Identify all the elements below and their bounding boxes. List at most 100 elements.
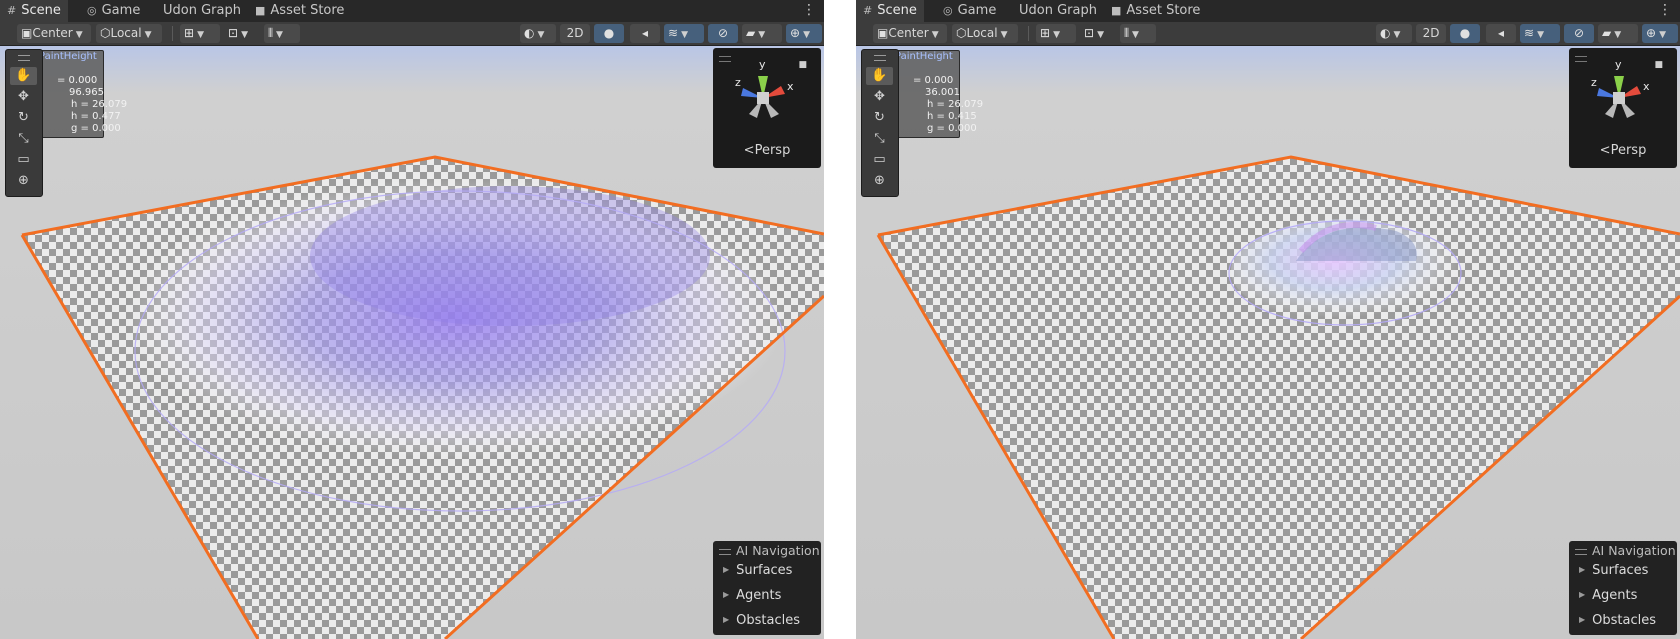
hand-tool[interactable]: ✋ bbox=[866, 67, 893, 85]
audio-toggle[interactable]: ◂ bbox=[630, 24, 660, 43]
drag-handle[interactable] bbox=[18, 55, 30, 61]
tab-asset-store[interactable]: ■ Asset Store bbox=[1104, 0, 1207, 22]
tools-overlay: ✋ ✥ ↻ ⤡ ▭ ⊕ bbox=[5, 49, 43, 197]
chevron-down-icon: ▼ bbox=[197, 30, 204, 40]
tab-game[interactable]: ◎ Game bbox=[80, 0, 147, 22]
align-icon: ⫴ bbox=[1124, 26, 1130, 40]
pivot-dropdown[interactable]: ▣Center ▼ bbox=[873, 24, 947, 43]
camera-dropdown[interactable]: ▰ ▼ bbox=[742, 24, 782, 43]
ai-nav-item-obstacles[interactable]: ▶ Obstacles bbox=[723, 613, 800, 628]
ai-nav-item-obstacles[interactable]: ▶ Obstacles bbox=[1579, 613, 1656, 628]
perspective-toggle[interactable]: <Persp bbox=[1569, 143, 1677, 158]
eye-hidden-icon: ⊘ bbox=[1573, 26, 1585, 40]
space-dropdown[interactable]: ⬡Local ▼ bbox=[96, 24, 162, 43]
draw-mode-dropdown[interactable]: ◐ ▼ bbox=[1376, 24, 1412, 43]
tab-udon-graph[interactable]: Udon Graph bbox=[1012, 0, 1104, 22]
grid-icon: # bbox=[7, 4, 17, 17]
cube-icon: ⬡ bbox=[956, 26, 967, 40]
chevron-down-icon: ▼ bbox=[1537, 30, 1544, 40]
rect-tool[interactable]: ▭ bbox=[10, 151, 37, 169]
gizmos-dropdown[interactable]: ⊕ ▼ bbox=[786, 24, 822, 43]
draw-mode-dropdown[interactable]: ◐ ▼ bbox=[520, 24, 556, 43]
move-icon: ✥ bbox=[18, 89, 29, 104]
ai-nav-item-surfaces[interactable]: ▶ Surfaces bbox=[723, 563, 792, 578]
rect-tool[interactable]: ▭ bbox=[866, 151, 893, 169]
ai-nav-item-surfaces[interactable]: ▶ Surfaces bbox=[1579, 563, 1648, 578]
gizmos-dropdown[interactable]: ⊕ ▼ bbox=[1642, 24, 1678, 43]
visibility-toggle[interactable]: ⊘ bbox=[708, 24, 738, 43]
expand-arrow-icon: ▶ bbox=[723, 615, 730, 624]
gizmo-icon: ⊕ bbox=[790, 26, 801, 40]
increment-snap-button[interactable]: ⊡ ▼ bbox=[1080, 24, 1116, 43]
tab-scene[interactable]: # Scene bbox=[0, 0, 68, 22]
overlay-line: g = 0.000 bbox=[927, 123, 977, 134]
space-dropdown[interactable]: ⬡Local ▼ bbox=[952, 24, 1018, 43]
align-button[interactable]: ⫴ ▼ bbox=[264, 24, 300, 43]
layers-icon: ≋ bbox=[668, 26, 679, 40]
move-tool[interactable]: ✥ bbox=[866, 88, 893, 106]
camera-dropdown[interactable]: ▰ ▼ bbox=[1598, 24, 1638, 43]
ai-nav-item-agents[interactable]: ▶ Agents bbox=[723, 588, 781, 603]
align-button[interactable]: ⫴ ▼ bbox=[1120, 24, 1156, 43]
perspective-toggle[interactable]: <Persp bbox=[713, 143, 821, 158]
ai-navigation-overlay: AI Navigation ▶ Surfaces ▶ Agents ▶ Obstacl… bbox=[713, 541, 821, 635]
overlay-line: = 0.000 bbox=[57, 75, 98, 86]
orientation-gizmo[interactable]: ■ y x z <Persp bbox=[1569, 48, 1677, 168]
tab-asset-store[interactable]: ■ Asset Store bbox=[248, 0, 351, 22]
gamepad-icon: ◎ bbox=[87, 4, 97, 17]
grid-snap-button[interactable]: ⊞ ▼ bbox=[1036, 24, 1076, 43]
orientation-gizmo[interactable]: ■ y x z <Persp bbox=[713, 48, 821, 168]
scale-icon: ⤡ bbox=[18, 131, 29, 146]
tab-scene[interactable]: # Scene bbox=[856, 0, 924, 22]
ai-nav-item-agents[interactable]: ▶ Agents bbox=[1579, 588, 1637, 603]
rotate-tool[interactable]: ↻ bbox=[10, 109, 37, 127]
scene-viewport[interactable] bbox=[0, 46, 824, 639]
visibility-toggle[interactable]: ⊘ bbox=[1564, 24, 1594, 43]
ai-navigation-overlay: AI Navigation ▶ Surfaces ▶ Agents ▶ Obstacl… bbox=[1569, 541, 1677, 635]
drag-handle[interactable] bbox=[874, 55, 886, 61]
more-options-icon[interactable]: ⋮ bbox=[1658, 0, 1672, 20]
scene-render bbox=[856, 46, 1680, 639]
effects-toggle[interactable]: ≋ ▼ bbox=[1520, 24, 1560, 43]
scene-viewport[interactable] bbox=[856, 46, 1680, 639]
overlay-line: g = 0.000 bbox=[71, 123, 121, 134]
lighting-toggle[interactable]: ● bbox=[1450, 24, 1480, 43]
more-options-icon[interactable]: ⋮ bbox=[802, 0, 816, 20]
chevron-down-icon: ▼ bbox=[537, 30, 545, 40]
toggle-2d-button[interactable]: 2D bbox=[560, 24, 590, 43]
hand-tool[interactable]: ✋ bbox=[10, 67, 37, 85]
toggle-2d-button[interactable]: 2D bbox=[1416, 24, 1446, 43]
effects-toggle[interactable]: ≋ ▼ bbox=[664, 24, 704, 43]
scene-toolbar: ▣Center ▼ ⬡Local ▼ ⊞ ▼ ⊡ ▼ ⫴ ▼ ◐ ▼ 2D ● ◂ ≋ ▼ ⊘… bbox=[856, 22, 1680, 46]
scale-tool[interactable]: ⤡ bbox=[10, 130, 37, 148]
overlay-line: h = 0.415 bbox=[927, 111, 977, 122]
lighting-toggle[interactable]: ● bbox=[594, 24, 624, 43]
align-icon: ⫴ bbox=[268, 26, 274, 40]
tab-udon-graph[interactable]: Udon Graph bbox=[156, 0, 248, 22]
chevron-down-icon: ▼ bbox=[276, 30, 283, 40]
drag-handle[interactable] bbox=[1575, 548, 1587, 555]
scale-tool[interactable]: ⤡ bbox=[866, 130, 893, 148]
x-axis-label: x bbox=[787, 80, 794, 93]
chevron-down-icon: ▼ bbox=[1000, 30, 1008, 40]
rotate-tool[interactable]: ↻ bbox=[866, 109, 893, 127]
grid-snap-button[interactable]: ⊞ ▼ bbox=[180, 24, 220, 43]
chevron-down-icon: ▼ bbox=[1659, 30, 1666, 40]
ai-navigation-header[interactable]: AI Navigation bbox=[719, 543, 820, 558]
tab-game[interactable]: ◎ Game bbox=[936, 0, 1003, 22]
ai-navigation-header[interactable]: AI Navigation bbox=[1575, 543, 1676, 558]
pivot-dropdown[interactable]: ▣Center ▼ bbox=[17, 24, 91, 43]
tab-bar: # Scene ◎ Game Udon Graph ■ Asset Store ⋮ bbox=[0, 0, 824, 22]
audio-toggle[interactable]: ◂ bbox=[1486, 24, 1516, 43]
overlay-line: h = 0.477 bbox=[71, 111, 121, 122]
eye-hidden-icon: ⊘ bbox=[717, 26, 729, 40]
overlay-line: 36.001 bbox=[925, 87, 960, 98]
center-cube[interactable] bbox=[757, 92, 769, 104]
drag-handle[interactable] bbox=[719, 548, 731, 555]
increment-snap-button[interactable]: ⊡ ▼ bbox=[224, 24, 260, 43]
transform-tool[interactable]: ⊕ bbox=[866, 172, 893, 190]
transform-tool[interactable]: ⊕ bbox=[10, 172, 37, 190]
move-tool[interactable]: ✥ bbox=[10, 88, 37, 106]
shopping-bag-icon: ■ bbox=[255, 4, 266, 17]
center-cube[interactable] bbox=[1613, 92, 1625, 104]
